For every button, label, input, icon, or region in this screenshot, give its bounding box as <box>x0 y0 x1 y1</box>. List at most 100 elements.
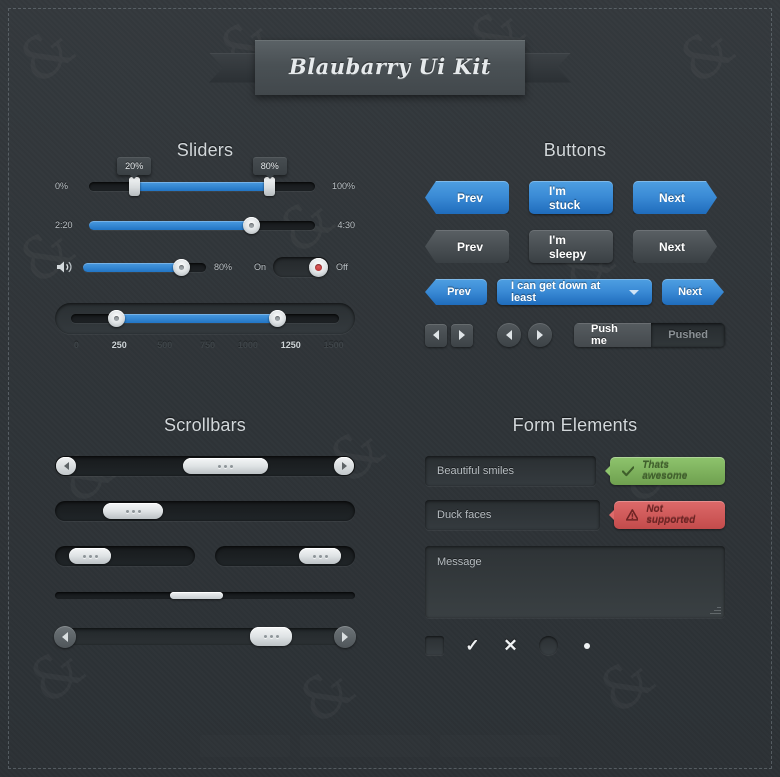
scrollbar-small-left[interactable] <box>55 546 195 566</box>
check-icon <box>621 465 635 476</box>
volume-value-label: 80% <box>214 262 233 272</box>
prev-button-grey[interactable]: Prev <box>425 230 509 263</box>
arrow-right-icon <box>341 462 347 470</box>
nav-prev-square-button[interactable] <box>425 323 447 347</box>
ticked-slider-panel <box>55 303 355 334</box>
pushed-button[interactable]: Pushed <box>651 323 725 347</box>
tick-label: 500 <box>157 340 173 350</box>
ticked-slider-handle-high[interactable] <box>268 310 286 327</box>
range-min-label: 0% <box>55 181 69 191</box>
range-tooltip-high: 80% <box>252 156 287 179</box>
grip-dots-icon <box>312 554 328 558</box>
ticked-slider-handle-low[interactable] <box>108 310 126 327</box>
range-tooltip-low: 20% <box>117 156 152 179</box>
tick-label: 1500 <box>323 340 344 350</box>
scrollbars-section: Scrollbars <box>54 415 356 648</box>
grip-dots-icon <box>263 635 279 638</box>
radio-selected[interactable] <box>577 636 596 655</box>
scrollbar-thumb[interactable] <box>103 503 163 519</box>
scrollbar-plain[interactable] <box>55 501 355 521</box>
ghost-bar <box>440 735 560 757</box>
scrollbar-left-arrow-button[interactable] <box>56 457 76 475</box>
check-icon: ✓ <box>465 636 480 655</box>
arrow-right-icon <box>459 330 465 340</box>
scrollbar-right-arrow-button[interactable] <box>334 457 354 475</box>
tick-label: 0 <box>73 340 79 350</box>
ui-kit-page: & & & & & & & & & & & & & Blaubarry Ui K… <box>0 0 780 777</box>
toggle-knob[interactable] <box>309 257 329 277</box>
checkbox-unchecked[interactable] <box>425 636 444 655</box>
range-max-label: 100% <box>331 181 355 191</box>
button-row-nav: Push me Pushed <box>425 323 725 347</box>
scrollbar-flat[interactable] <box>54 625 356 648</box>
form-row-1: Beautiful smiles Thats awesome <box>425 456 725 486</box>
scrollbar-small-right[interactable] <box>215 546 355 566</box>
prev-button-small[interactable]: Prev <box>425 279 487 305</box>
grip-dots-icon <box>125 509 141 513</box>
toggle-switch[interactable] <box>273 257 330 277</box>
nav-next-round-button[interactable] <box>528 323 552 347</box>
form-heading: Form Elements <box>512 415 638 435</box>
push-me-button[interactable]: Push me <box>574 323 652 347</box>
nav-next-square-button[interactable] <box>451 323 473 347</box>
scrollbar-with-arrows[interactable] <box>55 456 355 476</box>
buttons-heading: Buttons <box>543 140 607 160</box>
ticked-slider-track[interactable] <box>71 310 339 327</box>
dropdown-button[interactable]: I can get down at least <box>497 279 652 305</box>
scrollbar-thin[interactable] <box>55 592 355 599</box>
volume-slider-track[interactable] <box>83 258 206 276</box>
dropdown-label: I can get down at least <box>511 280 601 304</box>
input-duck-faces[interactable]: Duck faces <box>425 500 600 530</box>
time-max-label: 4:30 <box>337 220 355 230</box>
grip-dots-icon <box>218 464 233 468</box>
scrollbar-thumb[interactable] <box>183 458 268 474</box>
tick-label: 250 <box>111 340 127 350</box>
resize-handle-icon[interactable] <box>710 603 721 614</box>
success-badge-label: Thats awesome <box>642 460 688 482</box>
success-badge: Thats awesome <box>604 457 725 485</box>
scrollbar-thumb[interactable] <box>69 548 111 564</box>
next-button-blue[interactable]: Next <box>633 181 717 214</box>
nav-prev-round-button[interactable] <box>497 323 521 347</box>
ticked-slider-fill <box>116 314 278 323</box>
range-slider-handle-low[interactable] <box>128 176 140 196</box>
speaker-icon <box>55 259 75 275</box>
time-slider-fill <box>89 220 252 230</box>
input-beautiful-smiles[interactable]: Beautiful smiles <box>425 456 596 486</box>
checkbox-checked[interactable]: ✓ <box>463 636 482 655</box>
scrollbar-flat-left-arrow[interactable] <box>54 625 76 648</box>
toggle-off-label: Off <box>336 262 348 272</box>
radio-unselected[interactable] <box>539 636 558 655</box>
scrollbar-flat-right-arrow[interactable] <box>334 625 356 648</box>
scrollbar-thin-thumb[interactable] <box>170 592 223 599</box>
range-slider-track[interactable]: 20% 80% <box>89 156 315 196</box>
scrollbars-heading: Scrollbars <box>163 415 247 435</box>
time-slider-row: 2:20 4:30 <box>55 216 355 234</box>
stuck-button-blue[interactable]: I'm stuck <box>529 181 613 214</box>
sliders-heading: Sliders <box>176 140 234 160</box>
next-button-small[interactable]: Next <box>662 279 724 305</box>
range-slider-handle-high[interactable] <box>264 176 276 196</box>
button-row-blue: Prev I'm stuck Next <box>425 181 725 214</box>
next-button-grey[interactable]: Next <box>633 230 717 263</box>
arrow-left-icon <box>433 330 439 340</box>
message-textarea[interactable]: Message <box>425 546 725 618</box>
ribbon-tail-left <box>208 52 255 83</box>
checkbox-crossed[interactable]: ✕ <box>501 636 520 655</box>
sleepy-button-grey[interactable]: I'm sleepy <box>529 230 613 263</box>
time-slider-handle[interactable] <box>243 216 261 234</box>
message-placeholder: Message <box>437 556 482 568</box>
volume-row: 80% On Off <box>55 257 355 277</box>
ghost-bar <box>200 735 290 757</box>
prev-button-blue[interactable]: Prev <box>425 181 509 214</box>
nav-square-group <box>425 323 473 347</box>
scrollbar-thumb[interactable] <box>299 548 341 564</box>
arrow-right-icon <box>537 330 543 340</box>
time-slider-track[interactable] <box>89 216 315 234</box>
range-slider-row: 0% 20% 80% 100% <box>55 156 355 196</box>
scrollbar-thumb[interactable] <box>250 627 292 646</box>
buttons-section: Buttons Prev I'm stuck Next Prev I'm sle… <box>425 140 725 347</box>
volume-slider-handle[interactable] <box>172 258 190 276</box>
volume-slider-fill <box>83 262 182 272</box>
tick-label: 1250 <box>280 340 301 350</box>
